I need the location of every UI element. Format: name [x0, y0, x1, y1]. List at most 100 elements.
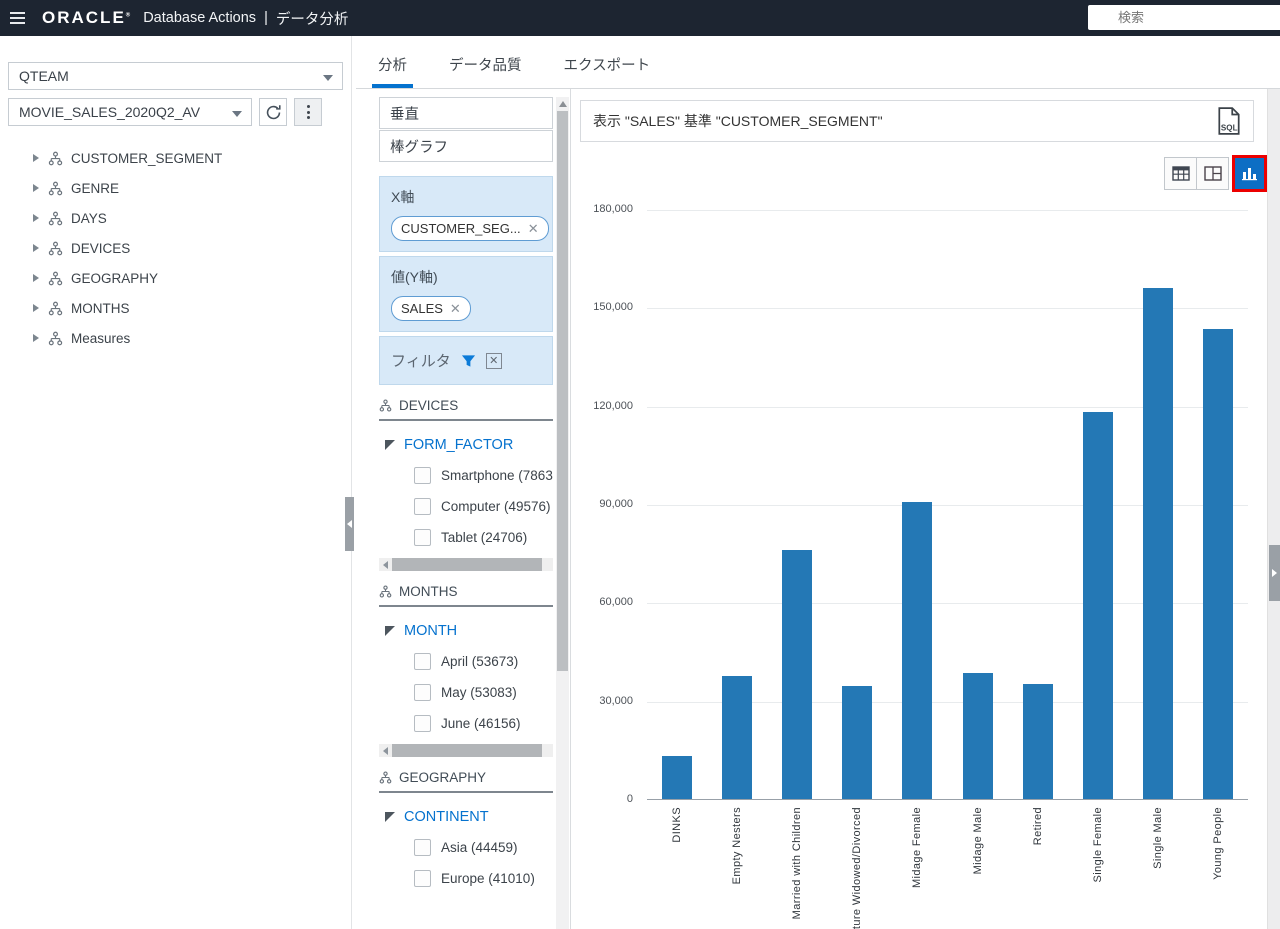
hierarchy-icon [48, 181, 63, 196]
bar-midage-female[interactable] [902, 502, 932, 799]
refresh-button[interactable] [259, 98, 287, 126]
y-axis-chip-label: SALES [401, 301, 443, 316]
checkbox[interactable] [414, 839, 431, 856]
app-name[interactable]: Database Actions [143, 10, 256, 26]
collapse-triangle-icon[interactable] [385, 626, 395, 636]
scrollbar-thumb[interactable] [392, 558, 542, 571]
scrollbar-thumb[interactable] [557, 111, 568, 671]
checkbox-label[interactable]: April (53673) [441, 654, 518, 669]
top-bar: ORACLE® Database Actions | データ分析 [0, 0, 1280, 36]
highlight-annotation [1232, 155, 1267, 192]
checkbox-label[interactable]: Smartphone (7863 [441, 468, 553, 483]
split-view-button[interactable] [1196, 157, 1229, 190]
filter-section-devices: DEVICES FORM_FACTOR Smartphone (7863 Com… [379, 398, 553, 571]
x-category-label: Empty Nesters [731, 807, 743, 884]
checkbox[interactable] [414, 467, 431, 484]
checkbox-label[interactable]: May (53083) [441, 685, 517, 700]
bar-retired[interactable] [1023, 684, 1053, 799]
expand-caret-icon[interactable] [33, 154, 39, 162]
tree-item-months[interactable]: MONTHS [0, 293, 351, 323]
checkbox-label[interactable]: Asia (44459) [441, 840, 518, 855]
bar-dinks[interactable] [662, 756, 692, 799]
scroll-up-icon[interactable] [559, 101, 567, 107]
expand-caret-icon[interactable] [33, 184, 39, 192]
remove-chip-icon[interactable]: ✕ [528, 222, 539, 235]
bar-single-female[interactable] [1083, 412, 1113, 799]
chart-type-select[interactable]: 棒グラフ [379, 130, 553, 162]
hamburger-menu-icon[interactable] [0, 0, 34, 36]
chart-view-button[interactable] [1235, 158, 1264, 189]
checkbox-label[interactable]: Tablet (24706) [441, 530, 527, 545]
scrollbar-thumb[interactable] [392, 744, 542, 757]
bar-single-male[interactable] [1143, 288, 1173, 799]
bar-chart-icon [1241, 166, 1258, 181]
column-name[interactable]: CONTINENT [404, 809, 489, 825]
x-axis-drop-zone[interactable]: X軸 CUSTOMER_SEG... ✕ [379, 176, 553, 252]
remove-chip-icon[interactable]: ✕ [450, 302, 461, 315]
horizontal-scrollbar[interactable] [379, 744, 553, 757]
column-name[interactable]: FORM_FACTOR [404, 437, 513, 453]
bar-married-with-children[interactable] [782, 550, 812, 799]
search-input[interactable] [1088, 5, 1280, 30]
orientation-select[interactable]: 垂直 [379, 97, 553, 129]
section-table-name: MONTHS [399, 584, 458, 599]
tab-analysis[interactable]: 分析 [372, 54, 413, 88]
sidebar-collapse-handle[interactable] [345, 497, 354, 551]
schema-select-value: QTEAM [19, 68, 69, 84]
checkbox[interactable] [414, 498, 431, 515]
clear-filter-icon[interactable]: ✕ [486, 353, 502, 369]
more-actions-button[interactable] [294, 98, 322, 126]
tab-data-quality[interactable]: データ品質 [443, 54, 528, 88]
tree-item-days[interactable]: DAYS [0, 203, 351, 233]
chart-type-value: 棒グラフ [390, 136, 448, 157]
table-view-button[interactable] [1164, 157, 1197, 190]
collapse-triangle-icon[interactable] [385, 812, 395, 822]
checkbox[interactable] [414, 653, 431, 670]
bar-midage-male[interactable] [963, 673, 993, 799]
y-axis-drop-zone[interactable]: 値(Y軸) SALES ✕ [379, 256, 553, 332]
bar-mature-widowed-divorced[interactable] [842, 686, 872, 799]
y-axis-chip[interactable]: SALES ✕ [391, 296, 471, 321]
tree-item-genre[interactable]: GENRE [0, 173, 351, 203]
checkbox[interactable] [414, 529, 431, 546]
sql-file-icon[interactable]: SQL [1217, 107, 1241, 135]
expand-caret-icon[interactable] [33, 304, 39, 312]
scroll-left-icon[interactable] [383, 561, 388, 569]
expand-caret-icon[interactable] [33, 244, 39, 252]
tree-item-geography[interactable]: GEOGRAPHY [0, 263, 351, 293]
x-category-label: Young People [1212, 807, 1224, 880]
x-category-label: Midage Male [972, 807, 984, 874]
hierarchy-icon [379, 771, 392, 784]
column-row[interactable]: MONTH [385, 623, 553, 639]
filter-drop-zone[interactable]: フィルタ ✕ [379, 336, 553, 385]
tree-item-devices[interactable]: DEVICES [0, 233, 351, 263]
panel-expand-handle[interactable] [1269, 545, 1280, 601]
checkbox[interactable] [414, 715, 431, 732]
tree-item-measures[interactable]: Measures [0, 323, 351, 353]
checkbox-label[interactable]: June (46156) [441, 716, 521, 731]
analytic-view-select[interactable]: MOVIE_SALES_2020Q2_AV [8, 98, 252, 126]
right-scrollbar-rail[interactable] [1267, 89, 1280, 929]
bar-empty-nesters[interactable] [722, 676, 752, 799]
checkbox-label[interactable]: Europe (41010) [441, 871, 535, 886]
column-row[interactable]: FORM_FACTOR [385, 437, 553, 453]
expand-caret-icon[interactable] [33, 274, 39, 282]
tab-export[interactable]: エクスポート [558, 54, 657, 88]
checkbox-label[interactable]: Computer (49576) [441, 499, 551, 514]
x-axis-chip[interactable]: CUSTOMER_SEG... ✕ [391, 216, 549, 241]
dimension-tree: CUSTOMER_SEGMENT GENRE DAYS DEVICES GEOG… [0, 143, 351, 353]
x-category-label: Single Female [1092, 807, 1104, 883]
column-name[interactable]: MONTH [404, 623, 457, 639]
bar-young-people[interactable] [1203, 329, 1233, 799]
expand-caret-icon[interactable] [33, 334, 39, 342]
column-row[interactable]: CONTINENT [385, 809, 553, 825]
horizontal-scrollbar[interactable] [379, 558, 553, 571]
scroll-left-icon[interactable] [383, 747, 388, 755]
schema-select[interactable]: QTEAM [8, 62, 343, 90]
collapse-triangle-icon[interactable] [385, 440, 395, 450]
tree-item-customer-segment[interactable]: CUSTOMER_SEGMENT [0, 143, 351, 173]
builder-scrollbar[interactable] [556, 97, 569, 929]
checkbox[interactable] [414, 684, 431, 701]
expand-caret-icon[interactable] [33, 214, 39, 222]
checkbox[interactable] [414, 870, 431, 887]
